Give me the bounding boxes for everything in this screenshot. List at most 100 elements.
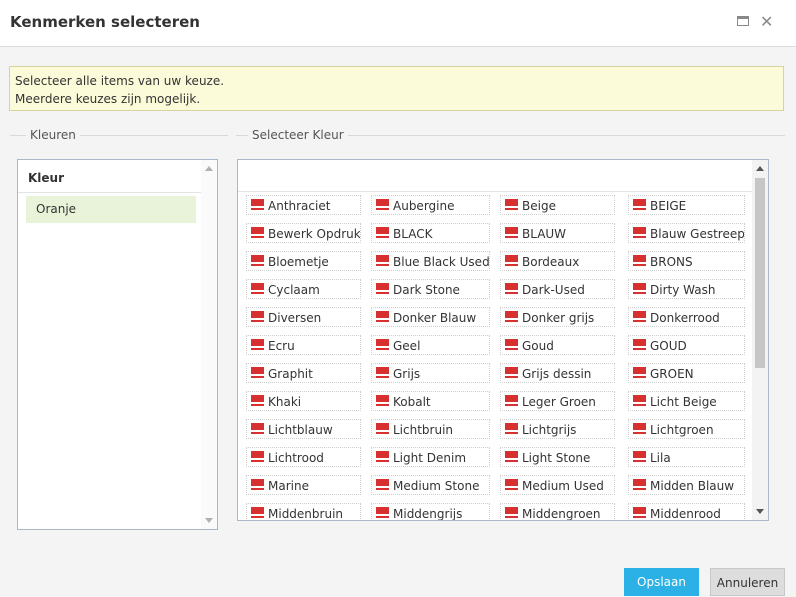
color-option[interactable]: Blauw Gestreept [628,223,745,243]
color-option[interactable]: Bewerk Opdruk [246,223,361,243]
color-option[interactable]: Graphit [246,363,361,383]
color-option[interactable]: Aubergine [371,195,490,215]
color-flag-icon [633,339,646,348]
color-option-label: Dark Stone [393,283,460,297]
color-flag-icon [251,395,264,404]
color-option[interactable]: Light Denim [371,447,490,467]
color-option-label: GOUD [650,339,687,353]
scroll-up-icon[interactable] [756,166,764,171]
header-divider [238,191,752,192]
scroll-down-icon[interactable] [756,509,764,514]
color-option-label: Medium Used [522,479,604,493]
color-option[interactable]: BLAUW [500,223,615,243]
color-option[interactable]: Goud [500,335,615,355]
scroll-up-icon[interactable] [205,166,213,171]
color-flag-icon [251,199,264,208]
color-flag-icon [505,479,518,488]
color-option[interactable]: Middengroen [500,503,615,520]
color-option[interactable]: Dirty Wash [628,279,745,299]
color-flag-icon [505,311,518,320]
color-option[interactable]: Licht Beige [628,391,745,411]
color-option[interactable]: Medium Stone [371,475,490,495]
color-option[interactable]: Grijs [371,363,490,383]
right-scrollbar[interactable] [752,160,768,520]
left-scrollbar[interactable] [201,160,217,529]
color-option[interactable]: BEIGE [628,195,745,215]
color-option[interactable]: BRONS [628,251,745,271]
color-option-label: Donker grijs [522,311,595,325]
color-option[interactable]: Middenbruin [246,503,361,520]
color-option[interactable]: Cyclaam [246,279,361,299]
color-option[interactable]: Bordeaux [500,251,615,271]
kleur-list-panel: Kleur Oranje [17,159,218,530]
selecteer-kleur-legend-label: Selecteer Kleur [248,128,348,142]
color-option[interactable]: Light Stone [500,447,615,467]
color-option[interactable]: Lichtrood [246,447,361,467]
color-option[interactable]: Anthraciet [246,195,361,215]
color-option[interactable]: Donker Blauw [371,307,490,327]
color-option-label: Light Stone [522,451,591,465]
color-option[interactable]: BLACK [371,223,490,243]
color-option-label: Lichtgrijs [522,423,577,437]
color-option-label: Diversen [268,311,322,325]
color-option[interactable]: Lichtblauw [246,419,361,439]
color-option-label: Graphit [268,367,313,381]
color-flag-icon [376,255,389,264]
color-option-label: Grijs [393,367,421,381]
color-option[interactable]: Donker grijs [500,307,615,327]
color-option[interactable]: Middenrood [628,503,745,520]
color-option[interactable]: Medium Used [500,475,615,495]
color-option[interactable]: Marine [246,475,361,495]
color-picker-panel: Anthraciet Aubergine Beige BEIGE Bewerk Opdr… [237,159,769,521]
color-option-label: Bloemetje [268,255,329,269]
color-option[interactable]: Kobalt [371,391,490,411]
cancel-button[interactable]: Annuleren [710,568,785,596]
color-option[interactable]: Diversen [246,307,361,327]
color-option[interactable]: Lila [628,447,745,467]
color-option[interactable]: Donkerrood [628,307,745,327]
color-flag-icon [505,227,518,236]
selected-kleur-item[interactable]: Oranje [26,196,196,223]
color-option-label: Lichtrood [268,451,324,465]
color-option[interactable]: Khaki [246,391,361,411]
color-option[interactable]: Lichtgroen [628,419,745,439]
kleuren-legend-label: Kleuren [26,128,80,142]
color-option[interactable]: Grijs dessin [500,363,615,383]
maximize-icon[interactable] [737,16,749,26]
color-option[interactable]: Midden Blauw [628,475,745,495]
header-divider [18,192,203,193]
color-option-label: Cyclaam [268,283,320,297]
color-option[interactable]: Dark Stone [371,279,490,299]
color-option-label: Goud [522,339,554,353]
color-option-label: Geel [393,339,421,353]
color-option[interactable]: Geel [371,335,490,355]
color-option[interactable]: Beige [500,195,615,215]
color-option[interactable]: GROEN [628,363,745,383]
color-option[interactable]: Lichtgrijs [500,419,615,439]
color-flag-icon [505,339,518,348]
color-flag-icon [633,423,646,432]
info-notice: Selecteer alle items van uw keuze. Meerd… [9,66,784,111]
color-flag-icon [376,339,389,348]
color-option[interactable]: Bloemetje [246,251,361,271]
color-option[interactable]: Blue Black Used [371,251,490,271]
dialog-titlebar: Kenmerken selecteren ✕ [0,0,796,47]
color-option[interactable]: Dark-Used [500,279,615,299]
color-option[interactable]: Lichtbruin [371,419,490,439]
color-option[interactable]: Ecru [246,335,361,355]
color-option-label: Lila [650,451,671,465]
color-option-label: Middengrijs [393,507,463,521]
color-flag-icon [633,395,646,404]
close-icon[interactable]: ✕ [760,12,773,32]
color-flag-icon [251,311,264,320]
color-option-label: Khaki [268,395,302,409]
color-option-label: BLACK [393,227,433,241]
color-flag-icon [633,451,646,460]
scroll-down-icon[interactable] [205,518,213,523]
color-option[interactable]: Leger Groen [500,391,615,411]
color-flag-icon [376,451,389,460]
save-button[interactable]: Opslaan [624,568,699,596]
scrollbar-thumb[interactable] [755,178,765,368]
color-option[interactable]: GOUD [628,335,745,355]
color-option[interactable]: Middengrijs [371,503,490,521]
